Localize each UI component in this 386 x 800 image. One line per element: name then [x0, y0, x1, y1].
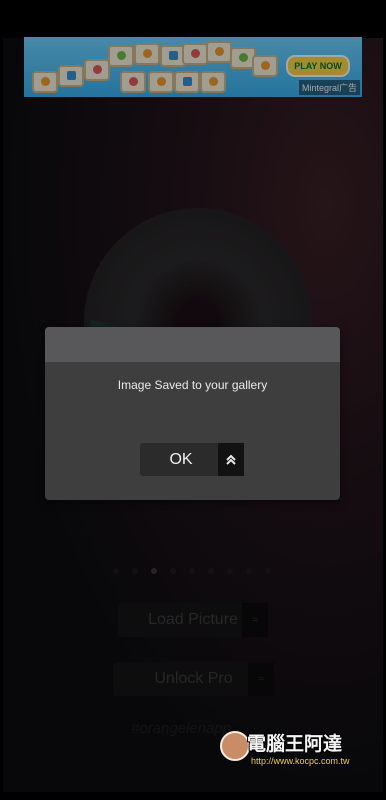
save-confirmation-dialog: Image Saved to your gallery OK — [45, 327, 340, 500]
watermark-avatar-image — [220, 731, 250, 761]
ok-button[interactable]: OK — [140, 443, 244, 476]
app-screen: PLAY NOW Mintegral广告 Load Picture ≈ Unlo… — [3, 8, 383, 792]
double-chevron-up-icon — [218, 443, 244, 476]
ok-button-label: OK — [169, 451, 193, 468]
watermark-url: http://www.kocpc.com.tw — [251, 756, 350, 766]
dialog-header-bar — [45, 327, 340, 362]
dialog-message: Image Saved to your gallery — [117, 378, 268, 392]
watermark-title: 電腦王阿達 — [247, 734, 343, 755]
